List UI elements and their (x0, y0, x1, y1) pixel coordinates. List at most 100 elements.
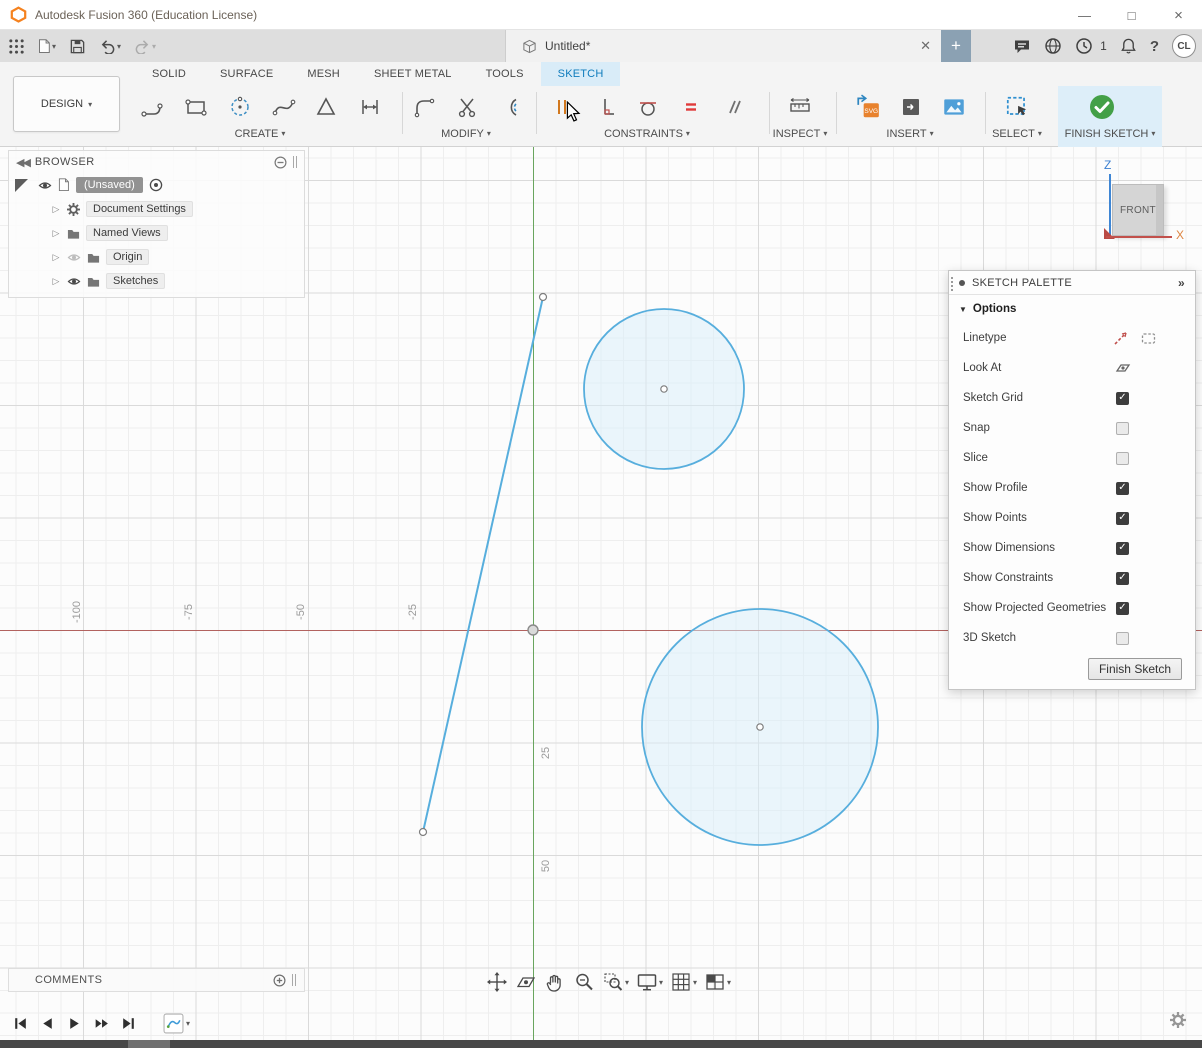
modify-group-label[interactable]: MODIFY▾ (406, 125, 526, 142)
measure-tool-button[interactable] (781, 88, 819, 126)
timeline-sketch-feature[interactable]: ▾ (163, 1013, 190, 1034)
collapse-panel-icon[interactable]: ◀◀ (16, 156, 29, 169)
visibility-eye-icon[interactable] (67, 275, 81, 288)
zoom-window-button[interactable]: ▾ (602, 971, 629, 993)
document-tab[interactable]: Untitled* ✕ (505, 30, 941, 62)
insert-group-label[interactable]: INSERT▾ (850, 125, 970, 142)
close-button[interactable]: × (1155, 0, 1202, 30)
expand-triangle-icon[interactable]: ▷ (51, 204, 61, 215)
user-avatar[interactable]: CL (1172, 34, 1196, 58)
sketch-palette-header[interactable]: SKETCH PALETTE » (949, 271, 1195, 295)
fillet-tool-button[interactable] (405, 88, 443, 126)
perpendicular-constraint-button[interactable] (586, 88, 624, 126)
expand-triangle-icon[interactable]: ▷ (51, 276, 61, 287)
expand-triangle-icon[interactable]: ▷ (51, 228, 61, 239)
show-profile-checkbox[interactable] (1116, 482, 1129, 495)
tab-sheet-metal[interactable]: SHEET METAL (357, 62, 469, 86)
line-endpoint-top[interactable] (540, 294, 547, 301)
pan-button[interactable] (544, 971, 566, 993)
browser-root-row[interactable]: (Unsaved) (9, 173, 304, 197)
line-tool-button[interactable] (133, 88, 171, 126)
notifications-bell-icon[interactable] (1120, 37, 1137, 55)
tab-solid[interactable]: SOLID (135, 62, 203, 86)
polygon-tool-button[interactable] (307, 88, 345, 126)
tab-tools[interactable]: TOOLS (469, 62, 541, 86)
browser-item-origin[interactable]: ▷ Origin (9, 245, 304, 269)
3d-sketch-checkbox[interactable] (1116, 632, 1129, 645)
close-tab-icon[interactable]: ✕ (920, 38, 931, 54)
origin-point[interactable] (528, 625, 538, 635)
visibility-eye-off-icon[interactable] (67, 251, 81, 264)
create-group-label[interactable]: CREATE▾ (200, 125, 320, 142)
show-projected-geometries-checkbox[interactable] (1116, 602, 1129, 615)
rectangle-tool-button[interactable] (177, 88, 215, 126)
tab-mesh[interactable]: MESH (290, 62, 357, 86)
tab-surface[interactable]: SURFACE (203, 62, 290, 86)
insert-svg-button[interactable]: SVG (849, 88, 887, 126)
expand-triangle-icon[interactable]: ▷ (51, 252, 61, 263)
app-grid-icon[interactable] (8, 38, 25, 55)
notification-center[interactable]: 1 (1075, 37, 1107, 55)
show-constraints-checkbox[interactable] (1116, 572, 1129, 585)
new-document-tab-button[interactable]: + (941, 30, 971, 62)
trim-tool-button[interactable] (448, 88, 486, 126)
show-points-checkbox[interactable] (1116, 512, 1129, 525)
document-name[interactable]: (Unsaved) (76, 177, 143, 193)
timeline-skip-to-end-icon[interactable] (120, 1015, 137, 1032)
browser-item-named-views[interactable]: ▷ Named Views (9, 221, 304, 245)
tangent-constraint-button[interactable] (629, 88, 667, 126)
look-at-icon[interactable] (1115, 360, 1131, 376)
panel-drag-grip[interactable] (292, 974, 296, 986)
timeline-play-icon[interactable] (66, 1015, 83, 1032)
timeline-scrollbar-handle[interactable] (128, 1040, 170, 1048)
circle-top-center-point[interactable] (661, 386, 667, 392)
collapse-palette-icon[interactable]: » (1178, 276, 1185, 290)
inspect-group-label[interactable]: INSPECT▾ (740, 125, 860, 142)
workspace-switcher[interactable]: DESIGN▾ (13, 76, 120, 132)
comment-icon[interactable] (1013, 38, 1031, 55)
view-cube[interactable]: Z FRONT X (1096, 158, 1196, 250)
construction-linetype-icon[interactable] (1112, 330, 1129, 347)
job-status-globe-icon[interactable] (1044, 37, 1062, 55)
select-tool-button[interactable] (998, 88, 1036, 126)
equal-constraint-button[interactable] (672, 88, 710, 126)
panel-drag-grip[interactable] (293, 156, 297, 168)
save-icon[interactable] (69, 38, 86, 55)
add-comment-icon[interactable] (273, 974, 286, 987)
timeline-step-back-icon[interactable] (39, 1015, 56, 1032)
maximize-button[interactable]: □ (1108, 0, 1155, 30)
finish-sketch-button[interactable] (1083, 88, 1121, 126)
slice-checkbox[interactable] (1116, 452, 1129, 465)
help-icon[interactable]: ? (1150, 38, 1159, 55)
timeline-step-forward-icon[interactable] (93, 1015, 110, 1032)
browser-item-sketches[interactable]: ▷ Sketches (9, 269, 304, 293)
insert-canvas-button[interactable] (935, 88, 973, 126)
circle-bottom-center-point[interactable] (757, 724, 763, 730)
finish-sketch-group-label[interactable]: FINISH SKETCH▾ (1052, 125, 1168, 142)
comments-panel[interactable]: COMMENTS (8, 968, 305, 992)
minimize-button[interactable]: — (1061, 0, 1108, 30)
dimension-tool-button[interactable] (351, 88, 389, 126)
parallel-constraint-button[interactable] (715, 88, 753, 126)
look-at-button[interactable] (515, 971, 537, 993)
display-settings-button[interactable]: ▾ (636, 971, 663, 993)
grid-and-snaps-button[interactable]: ▾ (670, 971, 697, 993)
viewcube-front-face[interactable]: FRONT (1112, 184, 1164, 236)
centerline-linetype-icon[interactable] (1140, 330, 1157, 347)
browser-collapse-all-icon[interactable] (274, 156, 287, 169)
visibility-eye-icon[interactable] (38, 179, 52, 192)
snap-checkbox[interactable] (1116, 422, 1129, 435)
constraints-group-label[interactable]: CONSTRAINTS▾ (577, 125, 717, 142)
sketch-line[interactable] (423, 297, 543, 832)
zoom-button[interactable] (573, 971, 595, 993)
line-endpoint-bottom[interactable] (420, 829, 427, 836)
insert-dxf-button[interactable] (892, 88, 930, 126)
undo-button[interactable]: ▾ (99, 38, 121, 54)
browser-item-document-settings[interactable]: ▷ Document Settings (9, 197, 304, 221)
timeline-settings-gear-icon[interactable] (1170, 1012, 1186, 1028)
timeline-scrollbar[interactable] (0, 1040, 1202, 1048)
orbit-button[interactable] (486, 971, 508, 993)
offset-tool-button[interactable] (491, 88, 529, 126)
sketch-grid-checkbox[interactable] (1116, 392, 1129, 405)
panel-drag-grip[interactable] (951, 277, 953, 291)
